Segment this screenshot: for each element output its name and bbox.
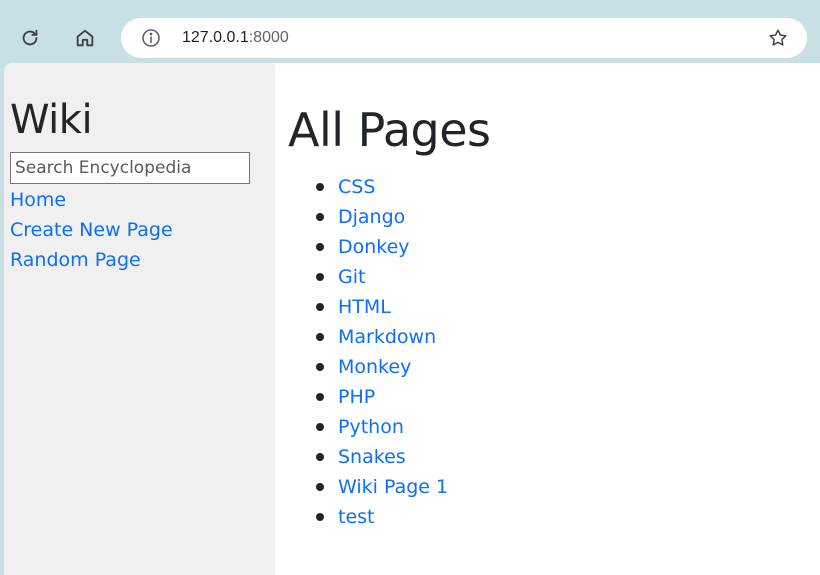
bullet-icon — [316, 183, 324, 191]
bullet-icon — [316, 333, 324, 341]
bullet-icon — [316, 513, 324, 521]
site-brand: Wiki — [10, 97, 93, 143]
bookmark-star-icon[interactable] — [767, 27, 789, 49]
page-link-php[interactable]: PHP — [338, 386, 375, 408]
bullet-icon — [316, 303, 324, 311]
url-port: :8000 — [248, 29, 289, 46]
sidebar: Wiki Home Create New Page Random Page — [4, 63, 275, 575]
bullet-icon — [316, 243, 324, 251]
bullet-icon — [316, 363, 324, 371]
bullet-icon — [316, 423, 324, 431]
list-item: Python — [288, 413, 448, 443]
home-button[interactable] — [69, 22, 101, 54]
page-viewport: Wiki Home Create New Page Random Page Al… — [4, 63, 820, 575]
bullet-icon — [316, 213, 324, 221]
address-bar[interactable]: 127.0.0.1:8000 — [121, 18, 807, 58]
url-host: 127.0.0.1 — [182, 29, 249, 46]
page-link-snakes[interactable]: Snakes — [338, 446, 406, 468]
reload-button[interactable] — [14, 22, 46, 54]
nav-link-create-new-page[interactable]: Create New Page — [10, 217, 173, 243]
page-link-markdown[interactable]: Markdown — [338, 326, 436, 348]
page-link-donkey[interactable]: Donkey — [338, 236, 410, 258]
list-item: CSS — [288, 173, 448, 203]
list-item: PHP — [288, 383, 448, 413]
page-link-test[interactable]: test — [338, 506, 375, 528]
home-icon — [76, 29, 94, 47]
bullet-icon — [316, 393, 324, 401]
info-icon[interactable] — [141, 28, 161, 48]
list-item: Monkey — [288, 353, 448, 383]
list-item: Git — [288, 263, 448, 293]
list-item: Donkey — [288, 233, 448, 263]
list-item: Wiki Page 1 — [288, 473, 448, 503]
list-item: test — [288, 503, 448, 533]
page-link-django[interactable]: Django — [338, 206, 405, 228]
list-item: Markdown — [288, 323, 448, 353]
bullet-icon — [316, 273, 324, 281]
browser-toolbar: 127.0.0.1:8000 — [0, 0, 820, 64]
list-item: Snakes — [288, 443, 448, 473]
list-item: Django — [288, 203, 448, 233]
main-content: All Pages CSS Django Donkey Git HTML Mar… — [288, 63, 820, 575]
page-link-wiki-page-1[interactable]: Wiki Page 1 — [338, 476, 448, 498]
list-item: HTML — [288, 293, 448, 323]
nav-link-home[interactable]: Home — [10, 187, 66, 213]
page-link-git[interactable]: Git — [338, 266, 365, 288]
page-link-html[interactable]: HTML — [338, 296, 391, 318]
nav-link-random-page[interactable]: Random Page — [10, 247, 141, 273]
page-list: CSS Django Donkey Git HTML Markdown Monk… — [288, 173, 448, 533]
page-title: All Pages — [288, 103, 491, 157]
page-link-monkey[interactable]: Monkey — [338, 356, 411, 378]
reload-icon — [22, 29, 38, 46]
url-text[interactable]: 127.0.0.1:8000 — [182, 27, 289, 49]
page-link-css[interactable]: CSS — [338, 176, 375, 198]
bullet-icon — [316, 483, 324, 491]
search-input[interactable] — [10, 152, 250, 184]
bullet-icon — [316, 453, 324, 461]
page-link-python[interactable]: Python — [338, 416, 404, 438]
